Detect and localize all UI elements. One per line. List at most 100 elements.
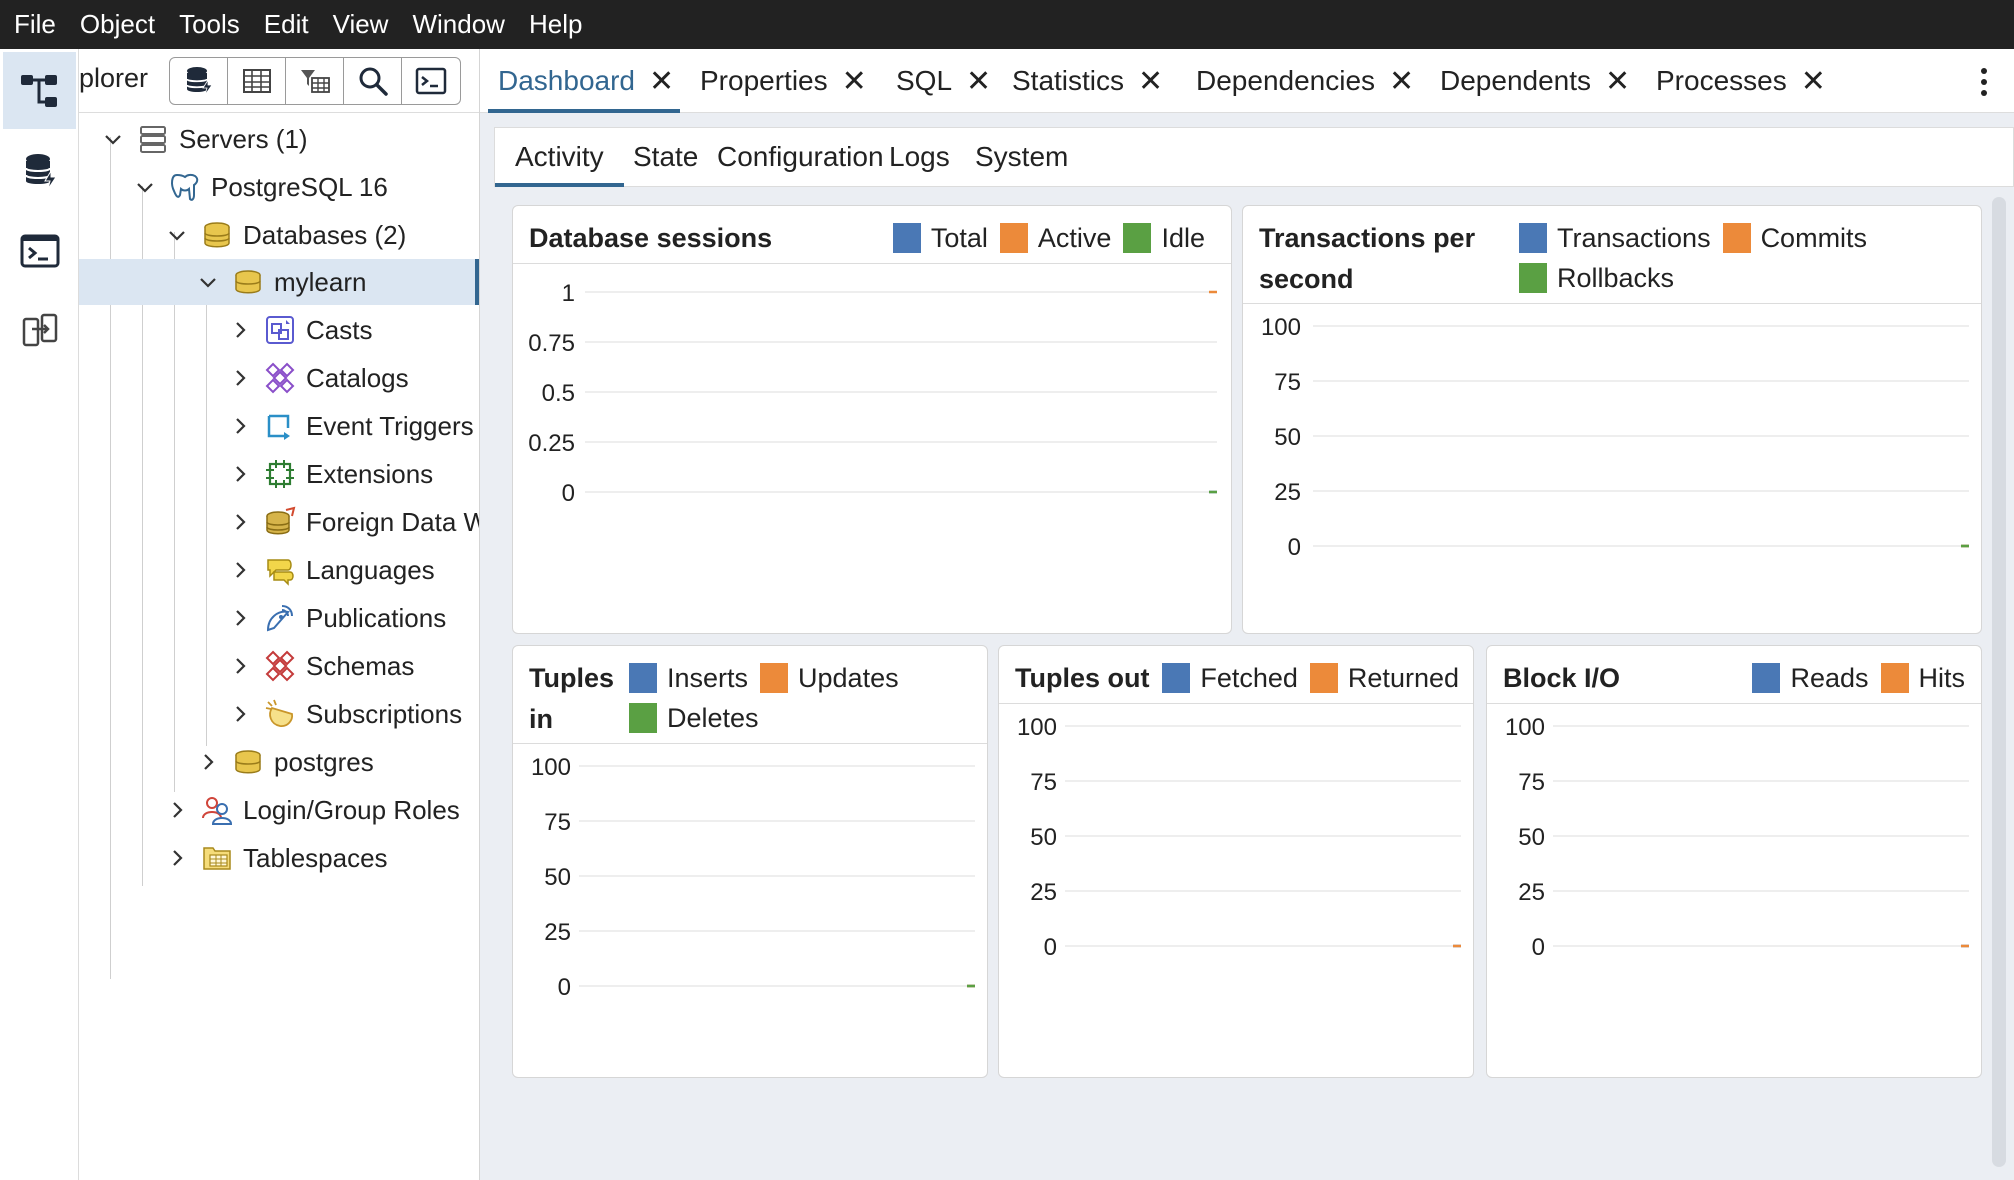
tree-node-databases[interactable]: Databases (2) bbox=[79, 212, 479, 258]
psql-toolbar-button[interactable] bbox=[402, 58, 460, 104]
database-icon bbox=[232, 266, 264, 298]
tree-node-schemas[interactable]: Schemas bbox=[79, 643, 479, 689]
chevron-right-icon[interactable] bbox=[230, 512, 250, 532]
tree-node-casts[interactable]: Casts bbox=[79, 307, 479, 353]
menu-tools[interactable]: Tools bbox=[179, 9, 240, 40]
close-icon[interactable]: ✕ bbox=[1801, 64, 1826, 99]
tab-processes[interactable]: Processes ✕ bbox=[1656, 49, 1826, 113]
close-icon[interactable]: ✕ bbox=[649, 64, 674, 99]
search-objects-button[interactable] bbox=[344, 58, 402, 104]
content-scrollbar[interactable] bbox=[1992, 197, 2006, 1167]
tab-dashboard[interactable]: Dashboard ✕ bbox=[487, 49, 681, 113]
query-tool-toolbar-button[interactable] bbox=[170, 58, 228, 104]
chevron-down-icon[interactable] bbox=[198, 272, 218, 292]
object-explorer-button[interactable] bbox=[3, 52, 76, 129]
view-data-button[interactable] bbox=[228, 58, 286, 104]
chevron-right-icon[interactable] bbox=[230, 608, 250, 628]
query-tool-button[interactable] bbox=[3, 132, 76, 209]
subtab-system[interactable]: System bbox=[975, 128, 1068, 186]
menu-object[interactable]: Object bbox=[80, 9, 155, 40]
tree-node-catalogs[interactable]: Catalogs bbox=[79, 355, 479, 401]
legend-item[interactable]: Active bbox=[999, 218, 1111, 258]
y-tick-label: 25 bbox=[1030, 879, 1057, 906]
tree-node-foreign-data-wrappers[interactable]: Foreign Data W bbox=[79, 499, 479, 545]
legend-item[interactable]: Reads bbox=[1752, 658, 1869, 698]
y-tick-label: 0 bbox=[558, 974, 571, 1001]
y-tick-label: 50 bbox=[1274, 424, 1301, 451]
legend-item[interactable]: Hits bbox=[1880, 658, 1965, 698]
menu-view[interactable]: View bbox=[333, 9, 389, 40]
tree-node-servers[interactable]: Servers (1) bbox=[79, 116, 479, 162]
subtab-state[interactable]: State bbox=[633, 128, 698, 186]
filtered-rows-button[interactable] bbox=[286, 58, 344, 104]
subtab-logs[interactable]: Logs bbox=[889, 128, 950, 186]
subtab-configuration[interactable]: Configuration bbox=[717, 128, 884, 186]
legend-item[interactable]: Deletes bbox=[629, 698, 759, 738]
chevron-right-icon[interactable] bbox=[230, 320, 250, 340]
legend-swatch bbox=[1880, 663, 1909, 693]
menu-help[interactable]: Help bbox=[529, 9, 582, 40]
legend-item[interactable]: Returned bbox=[1309, 658, 1459, 698]
tree-node-postgres[interactable]: postgres bbox=[79, 739, 479, 785]
chevron-right-icon[interactable] bbox=[230, 560, 250, 580]
tab-sql[interactable]: SQL ✕ bbox=[896, 49, 991, 113]
tab-dependencies[interactable]: Dependencies ✕ bbox=[1196, 49, 1414, 113]
legend-item[interactable]: Transactions bbox=[1519, 218, 1711, 258]
tab-label: Properties bbox=[700, 65, 828, 96]
psql-tool-button[interactable] bbox=[3, 212, 76, 289]
chevron-down-icon[interactable] bbox=[167, 225, 187, 245]
tablespaces-icon bbox=[201, 842, 233, 874]
tab-properties[interactable]: Properties ✕ bbox=[700, 49, 867, 113]
legend-swatch bbox=[1722, 223, 1751, 253]
chevron-right-icon[interactable] bbox=[167, 848, 187, 868]
menu-window[interactable]: Window bbox=[412, 9, 504, 40]
close-icon[interactable]: ✕ bbox=[1389, 64, 1414, 99]
tree-node-extensions[interactable]: Extensions bbox=[79, 451, 479, 497]
legend-item[interactable]: Commits bbox=[1722, 218, 1867, 258]
subscriptions-icon bbox=[264, 698, 296, 730]
chevron-right-icon[interactable] bbox=[230, 368, 250, 388]
chevron-right-icon[interactable] bbox=[198, 752, 218, 772]
legend-label: Reads bbox=[1790, 662, 1869, 693]
tree-node-mylearn[interactable]: mylearn bbox=[79, 259, 479, 305]
legend-item[interactable]: Fetched bbox=[1162, 658, 1298, 698]
dashboard-subtab-bar: Activity State Configuration Logs System bbox=[494, 127, 2014, 187]
legend-item[interactable]: Rollbacks bbox=[1519, 258, 1674, 298]
more-options-icon[interactable] bbox=[1980, 67, 1988, 97]
tree-node-subscriptions[interactable]: Subscriptions bbox=[79, 691, 479, 737]
tree-node-login-group-roles[interactable]: Login/Group Roles bbox=[79, 787, 479, 833]
servers-icon bbox=[137, 123, 169, 155]
menu-edit[interactable]: Edit bbox=[264, 9, 309, 40]
legend-item[interactable]: Inserts bbox=[629, 658, 748, 698]
legend-swatch bbox=[1162, 663, 1191, 693]
database-lightning-icon bbox=[185, 67, 213, 96]
tree-node-postgresql-16[interactable]: PostgreSQL 16 bbox=[79, 164, 479, 210]
legend-item[interactable]: Idle bbox=[1123, 218, 1205, 258]
y-tick-label: 100 bbox=[1505, 714, 1545, 741]
chevron-right-icon[interactable] bbox=[230, 464, 250, 484]
tree-node-publications[interactable]: Publications bbox=[79, 595, 479, 641]
chevron-down-icon[interactable] bbox=[135, 177, 155, 197]
chevron-right-icon[interactable] bbox=[230, 704, 250, 724]
schema-diff-button[interactable] bbox=[3, 292, 76, 369]
legend-item[interactable]: Updates bbox=[760, 658, 899, 698]
close-icon[interactable]: ✕ bbox=[1138, 64, 1163, 99]
tab-statistics[interactable]: Statistics ✕ bbox=[1012, 49, 1163, 113]
tab-dependents[interactable]: Dependents ✕ bbox=[1440, 49, 1630, 113]
close-icon[interactable]: ✕ bbox=[1605, 64, 1630, 99]
menu-file[interactable]: File bbox=[14, 9, 56, 40]
tree-node-tablespaces[interactable]: Tablespaces bbox=[79, 835, 479, 881]
tree-label: Tablespaces bbox=[243, 842, 388, 873]
tree-node-languages[interactable]: Languages bbox=[79, 547, 479, 593]
chevron-right-icon[interactable] bbox=[230, 656, 250, 676]
close-icon[interactable]: ✕ bbox=[842, 64, 867, 99]
legend-item[interactable]: Total bbox=[892, 218, 988, 258]
chevron-right-icon[interactable] bbox=[167, 800, 187, 820]
tree-label: Publications bbox=[306, 602, 447, 633]
tree-node-event-triggers[interactable]: Event Triggers bbox=[79, 403, 479, 449]
legend-label: Deletes bbox=[667, 702, 759, 733]
chevron-right-icon[interactable] bbox=[230, 416, 250, 436]
subtab-activity[interactable]: Activity bbox=[495, 128, 624, 187]
chevron-down-icon[interactable] bbox=[103, 129, 123, 149]
close-icon[interactable]: ✕ bbox=[966, 64, 991, 99]
